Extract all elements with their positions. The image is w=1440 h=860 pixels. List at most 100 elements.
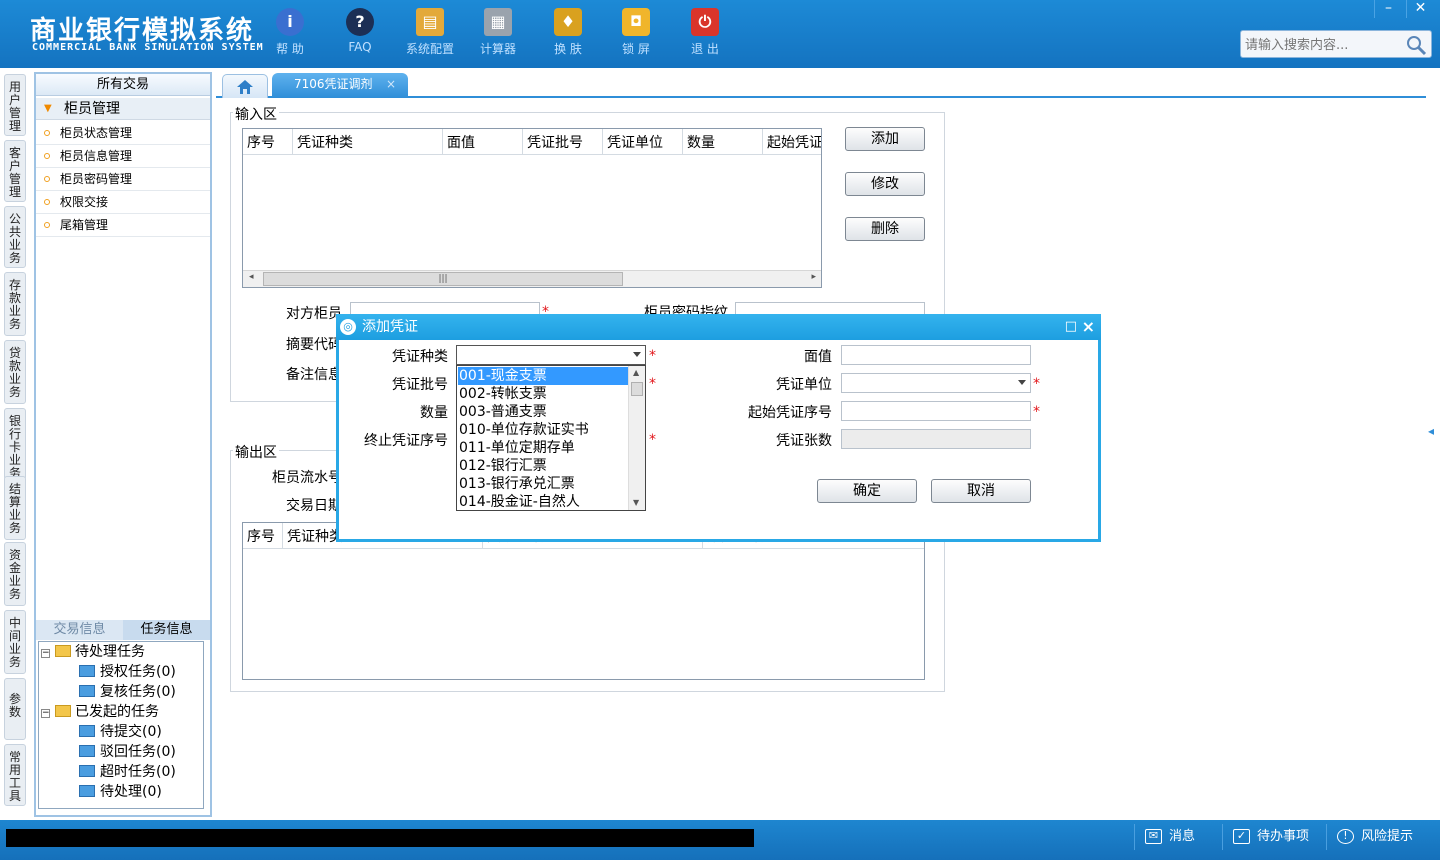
menu-group-teller-mgmt[interactable]: ▼ 柜员管理 xyxy=(36,98,210,120)
collapse-icon[interactable]: − xyxy=(41,709,50,718)
dropdown-scrollbar[interactable]: ▲ ▼ xyxy=(628,366,645,510)
maximize-icon[interactable]: □ xyxy=(1065,314,1077,340)
scroll-right-icon[interactable]: ▸ xyxy=(811,272,816,282)
tree-node-initiated[interactable]: − 已发起的任务 xyxy=(41,702,159,722)
side-tab-customer-mgmt[interactable]: 客户管理 xyxy=(4,140,26,202)
required-mark: * xyxy=(649,432,656,448)
required-mark: * xyxy=(1033,376,1040,392)
collapse-icon[interactable]: − xyxy=(41,649,50,658)
tree-label: 待处理任务 xyxy=(75,644,145,660)
dropdown-option[interactable]: 003-普通支票 xyxy=(458,403,628,421)
column-header[interactable]: 面值 xyxy=(443,129,523,155)
info-icon: i xyxy=(276,8,304,36)
delete-button[interactable]: 删除 xyxy=(845,217,925,241)
skin-button[interactable]: ♦ 换 肤 xyxy=(538,8,598,60)
dropdown-option[interactable]: 012-银行汇票 xyxy=(458,457,628,475)
messages-button[interactable]: ✉ 消息 xyxy=(1134,824,1230,850)
collapse-right-icon[interactable]: ◂ xyxy=(1428,424,1438,464)
voucher-type-dropdown: 001-现金支票 002-转帐支票 003-普通支票 010-单位存款证实书 0… xyxy=(456,365,646,511)
close-tab-icon[interactable]: × xyxy=(386,73,396,95)
tree-node-pending[interactable]: − 待处理任务 xyxy=(41,642,145,662)
column-header[interactable]: 序号 xyxy=(243,129,293,155)
scroll-up-icon[interactable]: ▲ xyxy=(633,368,639,377)
todo-button[interactable]: ✓ 待办事项 xyxy=(1222,824,1326,850)
side-tab-funds[interactable]: 资金业务 xyxy=(4,542,26,606)
voucher-type-label: 凭证种类 xyxy=(392,349,448,365)
confirm-button[interactable]: 确定 xyxy=(817,479,917,503)
tree-label: 待提交(0) xyxy=(100,724,162,740)
scroll-left-icon[interactable]: ◂ xyxy=(249,272,254,282)
folder-icon xyxy=(55,705,71,717)
side-tab-loan[interactable]: 贷款业务 xyxy=(4,340,26,404)
minimize-button[interactable]: – xyxy=(1374,0,1402,18)
side-tab-label: 存款业务 xyxy=(9,278,22,331)
tab-transaction-info[interactable]: 交易信息 xyxy=(36,620,123,640)
menu-item-teller-status[interactable]: 柜员状态管理 xyxy=(36,122,210,145)
side-tab-user-mgmt[interactable]: 用户管理 xyxy=(4,74,26,136)
tab-task-info[interactable]: 任务信息 xyxy=(123,620,210,640)
exit-button[interactable]: ⏻ 退 出 xyxy=(675,8,735,60)
menu-item-teller-info[interactable]: 柜员信息管理 xyxy=(36,145,210,168)
column-header[interactable]: 凭证种类 xyxy=(293,129,443,155)
help-button[interactable]: i 帮 助 xyxy=(260,8,320,60)
side-tab-tools[interactable]: 常用工具 xyxy=(4,744,26,806)
menu-item-permission-handover[interactable]: 权限交接 xyxy=(36,191,210,214)
column-header[interactable]: 起始凭证 xyxy=(763,129,821,155)
required-mark: * xyxy=(649,348,656,364)
modify-button[interactable]: 修改 xyxy=(845,172,925,196)
tree-node-to-process[interactable]: 待处理(0) xyxy=(79,782,162,802)
column-header[interactable]: 数量 xyxy=(683,129,763,155)
info-tabs: 交易信息 任务信息 xyxy=(36,620,210,640)
tree-node-review[interactable]: 复核任务(0) xyxy=(79,682,176,702)
add-button[interactable]: 添加 xyxy=(845,127,925,151)
side-tab-intermediary[interactable]: 中间业务 xyxy=(4,610,26,674)
dropdown-option[interactable]: 014-股金证-自然人 xyxy=(458,493,628,510)
home-tab[interactable] xyxy=(222,74,268,98)
face-value-input[interactable] xyxy=(841,345,1031,365)
tab-voucher-adjust[interactable]: 7106凭证调剂 × xyxy=(272,73,408,98)
voucher-unit-select[interactable] xyxy=(841,373,1031,393)
search-input[interactable] xyxy=(1245,35,1405,55)
scroll-thumb[interactable]: ||| xyxy=(263,272,623,286)
menu-item-cash-box[interactable]: 尾箱管理 xyxy=(36,214,210,237)
all-transactions-tab[interactable]: 所有交易 xyxy=(36,74,210,96)
dropdown-option[interactable]: 002-转帐支票 xyxy=(458,385,628,403)
dropdown-option[interactable]: 001-现金支票 xyxy=(458,367,628,385)
column-header[interactable]: 凭证批号 xyxy=(523,129,603,155)
close-dialog-icon[interactable]: × xyxy=(1082,314,1095,340)
side-tab-label: 资金业务 xyxy=(9,548,22,601)
horizontal-scrollbar[interactable]: ◂ ||| ▸ xyxy=(243,270,821,287)
side-tab-settlement[interactable]: 结算业务 xyxy=(4,476,26,540)
faq-button[interactable]: ? FAQ xyxy=(330,8,390,60)
menu-item-teller-password[interactable]: 柜员密码管理 xyxy=(36,168,210,191)
lock-screen-button[interactable]: ◘ 锁 屏 xyxy=(606,8,666,60)
dropdown-option[interactable]: 013-银行承兑汇票 xyxy=(458,475,628,493)
bullet-icon xyxy=(44,130,50,136)
search-icon[interactable] xyxy=(1405,34,1427,56)
cancel-button[interactable]: 取消 xyxy=(931,479,1031,503)
face-value-label: 面值 xyxy=(804,349,832,365)
tree-node-timeout[interactable]: 超时任务(0) xyxy=(79,762,176,782)
caret-down-icon: ▼ xyxy=(44,103,52,114)
voucher-type-select[interactable] xyxy=(456,345,646,365)
tree-node-authorize[interactable]: 授权任务(0) xyxy=(79,662,176,682)
task-icon xyxy=(79,765,95,777)
calculator-button[interactable]: ▦ 计算器 xyxy=(468,8,528,60)
voucher-unit-label: 凭证单位 xyxy=(776,377,832,393)
column-header[interactable]: 序号 xyxy=(243,523,283,549)
side-tab-deposit[interactable]: 存款业务 xyxy=(4,272,26,336)
side-tab-bank-card[interactable]: 银行卡业务 xyxy=(4,408,26,480)
dropdown-option[interactable]: 011-单位定期存单 xyxy=(458,439,628,457)
column-header[interactable]: 凭证单位 xyxy=(603,129,683,155)
dropdown-option[interactable]: 010-单位存款证实书 xyxy=(458,421,628,439)
start-voucher-no-input[interactable] xyxy=(841,401,1031,421)
tree-node-to-submit[interactable]: 待提交(0) xyxy=(79,722,162,742)
close-window-button[interactable]: ✕ xyxy=(1406,0,1434,18)
tree-node-rejected[interactable]: 驳回任务(0) xyxy=(79,742,176,762)
side-tab-params[interactable]: 参数 xyxy=(4,678,26,740)
scroll-down-icon[interactable]: ▼ xyxy=(633,498,639,507)
scroll-thumb[interactable] xyxy=(631,382,643,396)
side-tab-public[interactable]: 公共业务 xyxy=(4,206,26,268)
risk-alert-button[interactable]: ! 风险提示 xyxy=(1326,824,1436,850)
settings-button[interactable]: ▤ 系统配置 xyxy=(400,8,460,60)
